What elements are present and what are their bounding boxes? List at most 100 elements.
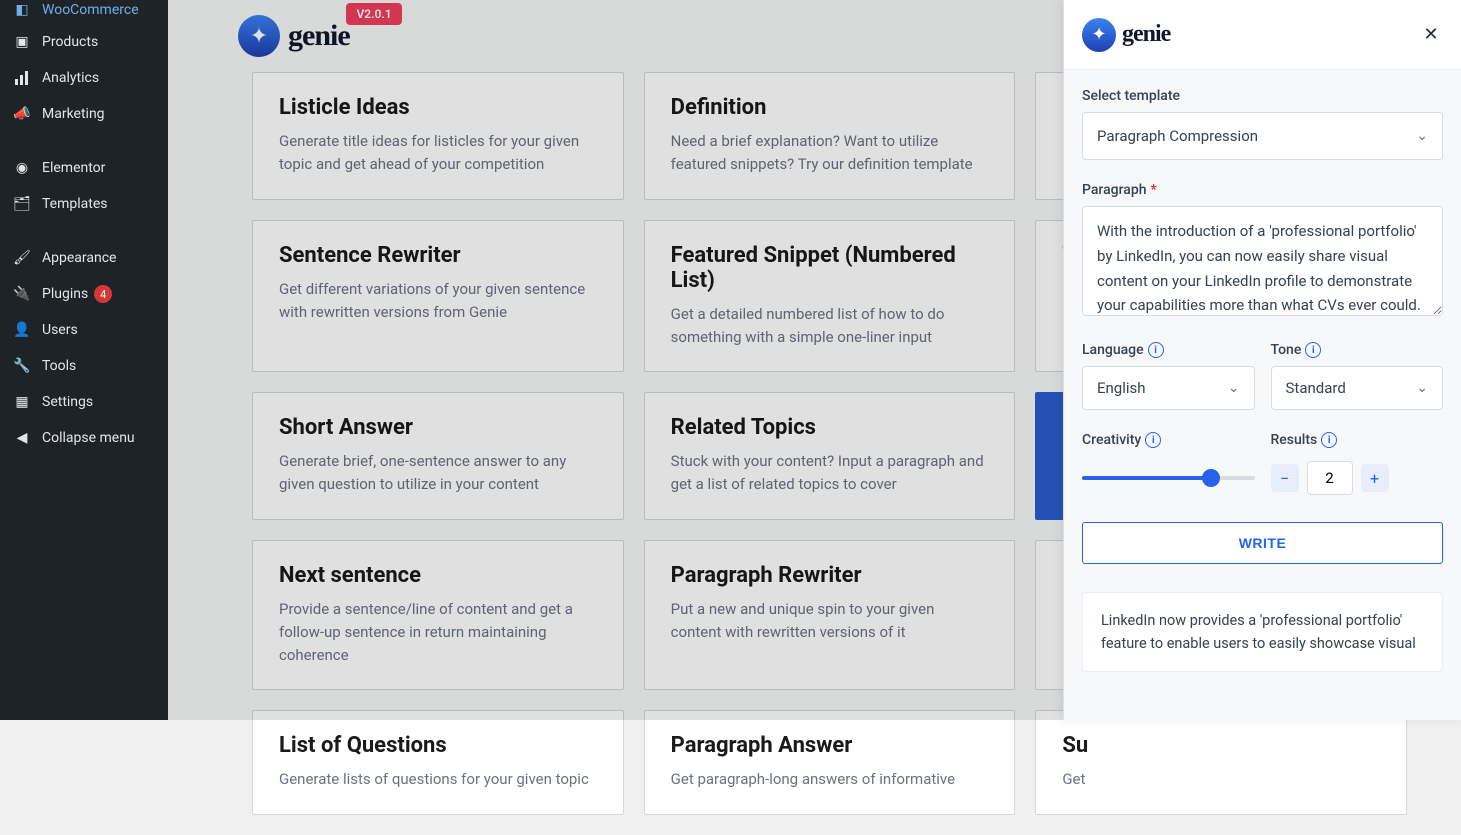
sidebar-label: Products — [42, 34, 98, 50]
genie-logo-mark: ✦ — [238, 15, 280, 57]
card-description: Need a brief explanation? Want to utiliz… — [671, 130, 989, 177]
card-title: Featured Snippet (Numbered List) — [671, 243, 989, 293]
sidebar-item-collapse[interactable]: ◀ Collapse menu — [0, 420, 168, 456]
required-indicator: * — [1151, 182, 1157, 198]
card-description: Put a new and unique spin to your given … — [671, 598, 989, 645]
paragraph-label-text: Paragraph — [1082, 182, 1147, 198]
template-card[interactable]: Next sentence Provide a sentence/line of … — [252, 540, 624, 691]
tools-icon: 🔧 — [12, 356, 32, 376]
users-icon: 👤 — [12, 320, 32, 340]
creativity-label: Creativity i — [1082, 432, 1255, 448]
close-button[interactable]: ✕ — [1419, 23, 1443, 47]
decrement-button[interactable]: − — [1271, 464, 1299, 492]
template-card[interactable]: Paragraph RewriterPut a new and unique s… — [644, 540, 1016, 691]
genie-logo-mark: ✦ — [1082, 18, 1116, 52]
sidebar-label: Settings — [42, 394, 93, 410]
template-card[interactable]: Definition Need a brief explanation? Want… — [644, 72, 1016, 200]
template-card[interactable]: SuGet — [1035, 710, 1407, 814]
sidebar-item-marketing[interactable]: 📣 Marketing — [0, 96, 168, 132]
card-description: Generate title ideas for listicles for y… — [279, 130, 597, 177]
card-description: Get different variations of your given s… — [279, 278, 597, 325]
card-title: Short Answer — [279, 415, 597, 440]
template-card[interactable]: Short Answer Generate brief, one-sentence… — [252, 392, 624, 520]
template-card[interactable]: List of Questions Generate lists of quest… — [252, 710, 624, 814]
slider-fill — [1082, 476, 1211, 480]
info-icon[interactable]: i — [1148, 342, 1164, 358]
template-select-value: Paragraph Compression — [1097, 127, 1258, 145]
sidebar-item-settings[interactable]: ▦ Settings — [0, 384, 168, 420]
sidebar-item-users[interactable]: 👤 Users — [0, 312, 168, 348]
version-badge: V2.0.1 — [346, 3, 401, 25]
results-label-text: Results — [1271, 432, 1318, 448]
info-icon[interactable]: i — [1321, 432, 1337, 448]
sidebar-label: Collapse menu — [42, 430, 135, 446]
card-description: Generate brief, one-sentence answer to a… — [279, 450, 597, 497]
sidebar-item-templates[interactable]: 🗂 Templates — [0, 186, 168, 222]
language-select-value: English — [1097, 379, 1146, 397]
chevron-down-icon: ⌄ — [1416, 128, 1428, 144]
template-select[interactable]: Paragraph Compression ⌄ — [1082, 112, 1443, 160]
write-button[interactable]: WRITE — [1082, 522, 1443, 564]
increment-button[interactable]: + — [1361, 464, 1389, 492]
sidebar-label: Tools — [42, 358, 76, 374]
sidebar-label: Plugins — [42, 286, 88, 302]
sidebar-item-products[interactable]: ▣ Products — [0, 24, 168, 60]
templates-icon: 🗂 — [12, 194, 32, 214]
sidebar-item-plugins[interactable]: 🔌 Plugins 4 — [0, 276, 168, 312]
panel-logo: ✦ genie — [1082, 18, 1170, 52]
sidebar-label: Templates — [42, 196, 108, 212]
template-card[interactable]: Paragraph AnswerGet paragraph-long answe… — [644, 710, 1016, 814]
card-title: Listicle Ideas — [279, 95, 597, 120]
woocommerce-icon: ◧ — [12, 0, 32, 20]
card-title: Related Topics — [671, 415, 989, 440]
creativity-slider[interactable] — [1082, 456, 1255, 500]
chevron-down-icon: ⌄ — [1228, 380, 1240, 396]
results-value[interactable]: 2 — [1307, 461, 1353, 495]
panel-header: ✦ genie ✕ — [1064, 0, 1461, 70]
card-description: Get paragraph-long answers of informativ… — [671, 768, 989, 791]
tone-label-text: Tone — [1271, 342, 1302, 358]
genie-logo: ✦ genie V2.0.1 — [238, 15, 350, 57]
analytics-icon — [12, 68, 32, 88]
card-title: Definition — [671, 95, 989, 120]
result-output[interactable]: LinkedIn now provides a 'professional po… — [1082, 592, 1443, 672]
slider-thumb[interactable] — [1202, 469, 1220, 487]
plugins-badge: 4 — [94, 285, 112, 303]
card-title: List of Questions — [279, 733, 597, 758]
sidebar-item-analytics[interactable]: Analytics — [0, 60, 168, 96]
info-icon[interactable]: i — [1305, 342, 1321, 358]
language-label: Language i — [1082, 342, 1255, 358]
sidebar-item-elementor[interactable]: ◉ Elementor — [0, 150, 168, 186]
plugins-icon: 🔌 — [12, 284, 32, 304]
tone-select-value: Standard — [1286, 379, 1346, 397]
tone-label: Tone i — [1271, 342, 1444, 358]
template-card[interactable]: Listicle Ideas Generate title ideas for l… — [252, 72, 624, 200]
appearance-icon: 🖌 — [12, 248, 32, 268]
close-icon: ✕ — [1423, 24, 1438, 45]
sidebar-label: WooCommerce — [42, 2, 139, 18]
tone-select[interactable]: Standard ⌄ — [1271, 366, 1444, 410]
genie-side-panel: ✦ genie ✕ Select template Paragraph Comp… — [1063, 0, 1461, 720]
sidebar-item-tools[interactable]: 🔧 Tools — [0, 348, 168, 384]
sidebar-item-appearance[interactable]: 🖌 Appearance — [0, 240, 168, 276]
card-description: Get a detailed numbered list of how to d… — [671, 303, 989, 350]
language-select[interactable]: English ⌄ — [1082, 366, 1255, 410]
collapse-icon: ◀ — [12, 428, 32, 448]
template-card[interactable]: Featured Snippet (Numbered List) Get a de… — [644, 220, 1016, 373]
card-description: Get — [1062, 768, 1380, 791]
info-icon[interactable]: i — [1145, 432, 1161, 448]
chevron-down-icon: ⌄ — [1416, 380, 1428, 396]
sidebar-item-woocommerce[interactable]: ◧ WooCommerce — [0, 0, 168, 24]
paragraph-label: Paragraph * — [1082, 182, 1443, 198]
sidebar-label: Appearance — [42, 250, 116, 266]
template-card[interactable]: Related TopicsStuck with your content? I… — [644, 392, 1016, 520]
card-description: Generate lists of questions for your giv… — [279, 768, 597, 791]
sidebar-label: Analytics — [42, 70, 99, 86]
language-label-text: Language — [1082, 342, 1144, 358]
paragraph-input[interactable] — [1082, 206, 1443, 316]
card-title: Next sentence — [279, 563, 597, 588]
card-description: Provide a sentence/line of content and g… — [279, 598, 597, 668]
template-card[interactable]: Sentence RewriterGet different variation… — [252, 220, 624, 373]
elementor-icon: ◉ — [12, 158, 32, 178]
sidebar-label: Elementor — [42, 160, 105, 176]
